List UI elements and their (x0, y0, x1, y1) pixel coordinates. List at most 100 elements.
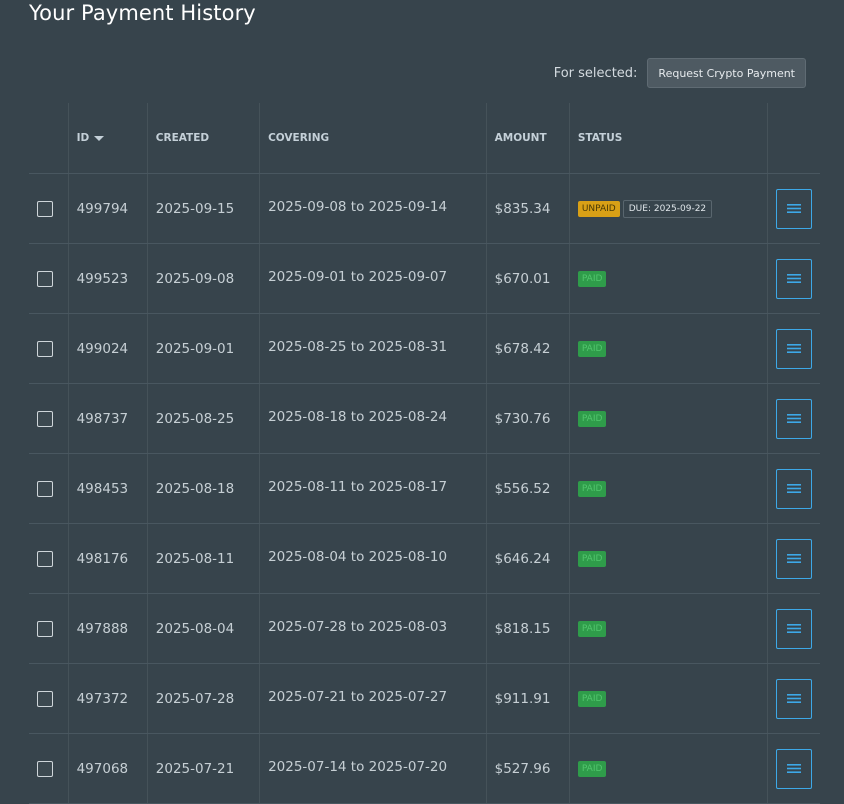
row-menu-button[interactable] (776, 678, 813, 719)
row-menu-button[interactable] (776, 608, 813, 649)
payment-id: 498176 (76, 550, 129, 567)
payment-amount: $835.34 (494, 200, 551, 217)
created-cell: 2025-07-21 (147, 733, 261, 804)
table-header: ID CREATED COVERING AMOUNT STATUS (29, 103, 820, 174)
row-menu-button[interactable] (776, 188, 813, 229)
action-cell (767, 453, 820, 524)
hamburger-menu-icon (787, 764, 802, 773)
covering-cell: 2025-07-14 to 2025-07-20 (259, 733, 487, 804)
header-amount[interactable]: AMOUNT (486, 103, 570, 174)
hamburger-menu-icon (787, 624, 802, 633)
id-cell: 497068 (68, 733, 148, 804)
row-menu-button[interactable] (776, 468, 813, 509)
amount-cell: $527.96 (486, 733, 570, 804)
row-menu-button[interactable] (776, 398, 813, 439)
status-cell: PAID (569, 453, 769, 524)
payment-amount: $678.42 (494, 340, 551, 357)
status-cell: PAID (569, 593, 769, 664)
row-select-checkbox[interactable] (37, 760, 53, 777)
payment-amount: $730.76 (494, 410, 551, 427)
action-cell (767, 663, 820, 734)
amount-cell: $556.52 (486, 453, 570, 524)
header-covering[interactable]: COVERING (259, 103, 487, 174)
payment-id: 499024 (76, 340, 129, 357)
select-cell (29, 173, 69, 244)
row-select-checkbox[interactable] (37, 410, 53, 427)
hamburger-menu-icon (787, 344, 802, 353)
table-row: 499523 2025-09-08 2025-09-01 to 2025-09-… (29, 243, 820, 314)
covering-cell: 2025-08-11 to 2025-08-17 (259, 453, 487, 524)
table-row: 497068 2025-07-21 2025-07-14 to 2025-07-… (29, 733, 820, 804)
bulk-actions-bar: For selected: Request Crypto Payment (554, 58, 806, 88)
row-select-checkbox[interactable] (37, 270, 53, 287)
covering-cell: 2025-09-08 to 2025-09-14 (259, 173, 487, 244)
select-cell (29, 523, 69, 594)
payment-amount: $556.52 (494, 480, 551, 497)
amount-cell: $818.15 (486, 593, 570, 664)
row-select-checkbox[interactable] (37, 620, 53, 637)
hamburger-menu-icon (787, 694, 802, 703)
amount-cell: $678.42 (486, 313, 570, 384)
table-row: 498176 2025-08-11 2025-08-04 to 2025-08-… (29, 523, 820, 594)
row-select-checkbox[interactable] (37, 480, 53, 497)
covering-cell: 2025-08-04 to 2025-08-10 (259, 523, 487, 594)
header-created-label: CREATED (155, 132, 210, 144)
row-select-checkbox[interactable] (37, 200, 53, 217)
created-date: 2025-09-08 (155, 270, 235, 287)
created-date: 2025-08-25 (155, 410, 235, 427)
table-row: 499024 2025-09-01 2025-08-25 to 2025-08-… (29, 313, 820, 384)
covering-cell: 2025-08-25 to 2025-08-31 (259, 313, 487, 384)
action-cell (767, 173, 820, 244)
table-row: 498737 2025-08-25 2025-08-18 to 2025-08-… (29, 383, 820, 454)
id-cell: 498453 (68, 453, 148, 524)
row-menu-button[interactable] (776, 538, 813, 579)
covering-range: 2025-08-04 to 2025-08-10 (268, 548, 448, 565)
covering-range: 2025-07-21 to 2025-07-27 (268, 688, 448, 705)
action-cell (767, 313, 820, 384)
header-status[interactable]: STATUS (569, 103, 769, 174)
hamburger-menu-icon (787, 204, 802, 213)
created-cell: 2025-08-25 (147, 383, 261, 454)
row-select-checkbox[interactable] (37, 340, 53, 357)
header-created[interactable]: CREATED (147, 103, 261, 174)
status-badge: PAID (577, 340, 607, 357)
amount-cell: $646.24 (486, 523, 570, 594)
header-covering-label: COVERING (268, 132, 330, 144)
status-badge: PAID (577, 690, 607, 707)
payment-id: 497372 (76, 690, 129, 707)
created-cell: 2025-08-04 (147, 593, 261, 664)
amount-cell: $911.91 (486, 663, 570, 734)
hamburger-menu-icon (787, 414, 802, 423)
payment-amount: $818.15 (494, 620, 551, 637)
header-select (29, 103, 69, 174)
status-cell: PAID (569, 663, 769, 734)
created-cell: 2025-09-15 (147, 173, 261, 244)
created-date: 2025-08-18 (155, 480, 235, 497)
row-select-checkbox[interactable] (37, 690, 53, 707)
created-date: 2025-07-21 (155, 760, 235, 777)
covering-cell: 2025-09-01 to 2025-09-07 (259, 243, 487, 314)
action-cell (767, 243, 820, 314)
covering-range: 2025-09-01 to 2025-09-07 (268, 268, 448, 285)
request-crypto-payment-button[interactable]: Request Crypto Payment (647, 58, 806, 88)
row-menu-button[interactable] (776, 258, 813, 299)
status-badge: UNPAID (577, 200, 620, 217)
created-cell: 2025-09-08 (147, 243, 261, 314)
id-cell: 499794 (68, 173, 148, 244)
created-cell: 2025-09-01 (147, 313, 261, 384)
amount-cell: $670.01 (486, 243, 570, 314)
row-menu-button[interactable] (776, 748, 813, 789)
created-cell: 2025-07-28 (147, 663, 261, 734)
covering-cell: 2025-07-28 to 2025-08-03 (259, 593, 487, 664)
row-select-checkbox[interactable] (37, 550, 53, 567)
header-id[interactable]: ID (68, 103, 148, 174)
created-date: 2025-08-04 (155, 620, 235, 637)
header-status-label: STATUS (577, 132, 623, 144)
hamburger-menu-icon (787, 554, 802, 563)
header-row: ID CREATED COVERING AMOUNT STATUS (29, 103, 820, 174)
row-menu-button[interactable] (776, 328, 813, 369)
payment-id: 498737 (76, 410, 129, 427)
id-cell: 498737 (68, 383, 148, 454)
covering-range: 2025-08-11 to 2025-08-17 (268, 478, 448, 495)
select-cell (29, 453, 69, 524)
